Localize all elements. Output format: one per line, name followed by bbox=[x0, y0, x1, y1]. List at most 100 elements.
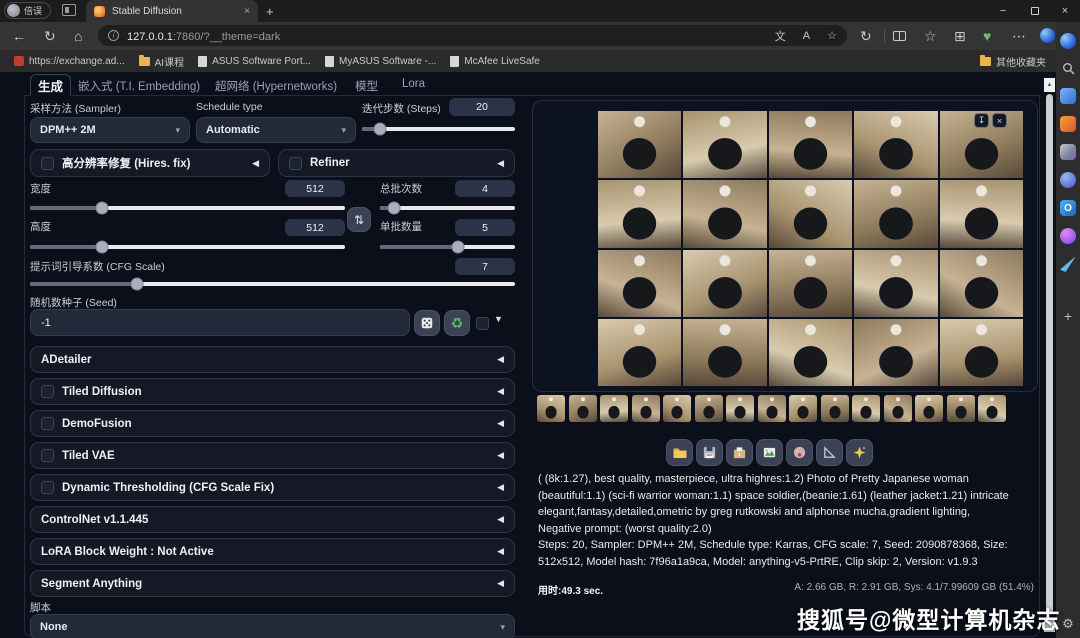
swap-dimensions-button[interactable]: ⇅ bbox=[347, 207, 371, 232]
hires-fix-checkbox[interactable] bbox=[41, 157, 54, 170]
collections-icon[interactable]: ⊞ bbox=[954, 29, 966, 43]
translate-icon[interactable]: 文 bbox=[775, 28, 786, 44]
gallery-thumbnail[interactable] bbox=[695, 395, 723, 422]
window-close-button[interactable]: × bbox=[1050, 0, 1080, 22]
gallery-image[interactable] bbox=[598, 319, 681, 386]
new-tab-button[interactable]: + bbox=[266, 4, 274, 19]
gallery-image[interactable] bbox=[769, 319, 852, 386]
read-aloud-icon[interactable]: A bbox=[803, 30, 810, 42]
gallery-image[interactable] bbox=[683, 319, 766, 386]
slider-handle[interactable] bbox=[452, 241, 465, 254]
script-dropdown[interactable]: None▾ bbox=[30, 614, 515, 638]
games-icon[interactable] bbox=[1060, 172, 1076, 188]
browser-tab[interactable]: Stable Diffusion × bbox=[86, 0, 258, 22]
people-icon[interactable] bbox=[1060, 144, 1076, 160]
tiled-vae-checkbox[interactable] bbox=[41, 449, 54, 462]
random-seed-button[interactable] bbox=[414, 310, 440, 336]
gallery-image[interactable] bbox=[598, 250, 681, 317]
gallery-image[interactable] bbox=[683, 250, 766, 317]
copilot-icon[interactable] bbox=[1060, 33, 1076, 49]
editor-icon[interactable] bbox=[1060, 88, 1076, 104]
open-folder-button[interactable] bbox=[666, 439, 693, 466]
favorites-icon[interactable]: ☆ bbox=[924, 29, 937, 43]
send-to-inpaint-button[interactable] bbox=[786, 439, 813, 466]
gallery-image[interactable] bbox=[683, 111, 766, 178]
tab-lora[interactable]: Lora bbox=[402, 78, 425, 90]
batch-count-slider[interactable] bbox=[380, 206, 515, 210]
split-screen-icon[interactable] bbox=[893, 31, 906, 41]
upscale-button[interactable] bbox=[846, 439, 873, 466]
schedule-dropdown[interactable]: Automatic▾ bbox=[196, 117, 356, 143]
other-favorites[interactable]: 其他收藏夹 bbox=[980, 54, 1046, 69]
slider-handle[interactable] bbox=[130, 278, 143, 291]
gallery-thumbnail[interactable] bbox=[537, 395, 565, 422]
accordion-demofusion[interactable]: DemoFusion◀ bbox=[30, 410, 515, 437]
gallery-thumbnail[interactable] bbox=[915, 395, 943, 422]
profile-chip[interactable]: 倍误 bbox=[4, 2, 51, 19]
width-value[interactable]: 512 bbox=[285, 180, 345, 197]
refresh-icon[interactable]: ↻ bbox=[44, 29, 56, 43]
accordion-adetailer[interactable]: ADetailer◀ bbox=[30, 346, 515, 373]
accordion-tiled-diffusion[interactable]: Tiled Diffusion◀ bbox=[30, 378, 515, 405]
bookmark-item[interactable]: AI课程 bbox=[139, 54, 184, 69]
gallery-image[interactable] bbox=[769, 250, 852, 317]
batch-size-value[interactable]: 5 bbox=[455, 219, 515, 236]
gallery-image[interactable] bbox=[940, 180, 1023, 247]
bookmark-item[interactable]: McAfee LiveSafe bbox=[450, 56, 540, 67]
accordion-tiled-vae[interactable]: Tiled VAE◀ bbox=[30, 442, 515, 469]
steps-value[interactable]: 20 bbox=[449, 98, 515, 116]
accordion-lora-block-weight[interactable]: LoRA Block Weight : Not Active◀ bbox=[30, 538, 515, 565]
height-slider[interactable] bbox=[30, 245, 345, 249]
extra-seed-checkbox[interactable] bbox=[476, 317, 489, 330]
reuse-seed-button[interactable]: ♻ bbox=[444, 310, 470, 336]
workspaces-icon[interactable] bbox=[62, 4, 76, 16]
search-icon[interactable] bbox=[1060, 60, 1076, 76]
height-value[interactable]: 512 bbox=[285, 219, 345, 236]
seed-extras-toggle-icon[interactable]: ▼ bbox=[494, 314, 503, 324]
hires-fix-accordion[interactable]: 高分辨率修复 (Hires. fix) ◀ bbox=[30, 149, 270, 177]
gallery-image[interactable] bbox=[854, 180, 937, 247]
width-slider[interactable] bbox=[30, 206, 345, 210]
gallery-image[interactable] bbox=[683, 180, 766, 247]
settings-more-icon[interactable]: ⋯ bbox=[1012, 29, 1026, 43]
gallery-thumbnail[interactable] bbox=[569, 395, 597, 422]
gallery-image[interactable] bbox=[854, 319, 937, 386]
page-scrollbar[interactable]: ▲ ▼ bbox=[1044, 78, 1055, 638]
gallery-thumbnail[interactable] bbox=[632, 395, 660, 422]
refiner-checkbox[interactable] bbox=[289, 157, 302, 170]
save-zip-button[interactable] bbox=[726, 439, 753, 466]
slider-handle[interactable] bbox=[374, 123, 387, 136]
gallery-image[interactable] bbox=[769, 111, 852, 178]
save-button[interactable] bbox=[696, 439, 723, 466]
send-to-extras-button[interactable] bbox=[816, 439, 843, 466]
gallery-image[interactable] bbox=[598, 111, 681, 178]
browser-essentials-icon[interactable]: ♥ bbox=[983, 29, 991, 43]
seed-input[interactable] bbox=[30, 309, 410, 336]
steps-slider[interactable] bbox=[362, 127, 515, 131]
sampler-dropdown[interactable]: DPM++ 2M▾ bbox=[30, 117, 190, 143]
tab-generate[interactable]: 生成 bbox=[30, 74, 71, 96]
shopping-icon[interactable] bbox=[1060, 116, 1076, 132]
slider-handle[interactable] bbox=[387, 202, 400, 215]
gallery-thumbnail[interactable] bbox=[726, 395, 754, 422]
tab-hypernetworks[interactable]: 超网络 (Hypernetworks) bbox=[215, 78, 337, 94]
tab-close-icon[interactable]: × bbox=[244, 6, 250, 17]
accordion-controlnet[interactable]: ControlNet v1.1.445◀ bbox=[30, 506, 515, 533]
gallery-image[interactable] bbox=[769, 180, 852, 247]
send-to-img2img-button[interactable] bbox=[756, 439, 783, 466]
bookmark-item[interactable]: MyASUS Software -... bbox=[325, 56, 436, 67]
cfg-value[interactable]: 7 bbox=[455, 258, 515, 275]
gallery-thumbnail[interactable] bbox=[884, 395, 912, 422]
gallery-thumbnail[interactable] bbox=[978, 395, 1006, 422]
gallery-image[interactable] bbox=[854, 250, 937, 317]
copilot-icon[interactable] bbox=[1040, 28, 1055, 43]
site-info-icon[interactable]: i bbox=[108, 30, 119, 41]
window-restore-button[interactable] bbox=[1020, 0, 1050, 22]
download-button[interactable]: ↧ bbox=[974, 113, 989, 128]
tiled-diffusion-checkbox[interactable] bbox=[41, 385, 54, 398]
address-bar[interactable]: i 127.0.0.1:7860/?__theme=dark 文 A ☆ bbox=[98, 25, 847, 46]
refiner-accordion[interactable]: Refiner ◀ bbox=[278, 149, 515, 177]
scroll-up-icon[interactable]: ▲ bbox=[1044, 78, 1055, 92]
accordion-dynamic-thresholding[interactable]: Dynamic Thresholding (CFG Scale Fix)◀ bbox=[30, 474, 515, 501]
send-icon[interactable] bbox=[1060, 256, 1076, 272]
